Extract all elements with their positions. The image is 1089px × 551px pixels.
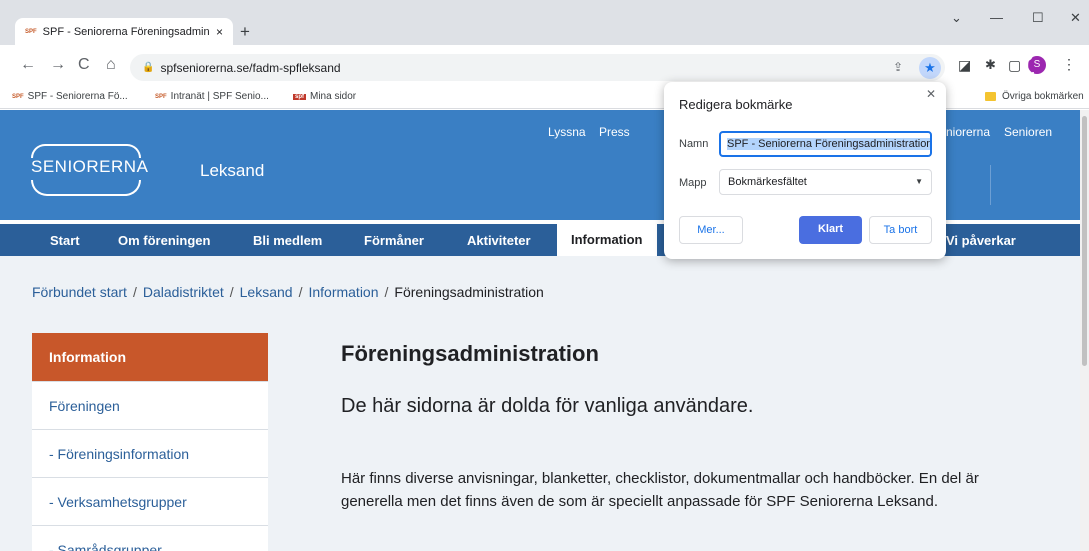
nav-bli-medlem[interactable]: Bli medlem: [253, 233, 322, 248]
back-button[interactable]: ←: [20, 56, 36, 74]
breadcrumb-link[interactable]: Förbundet start: [32, 284, 127, 300]
header-divider: [990, 165, 991, 205]
page-content: Förbundet start / Daladistriktet / Leksand / I…: [0, 256, 1080, 551]
bookmark-item[interactable]: SPF SPF - Seniorerna Fö...: [12, 91, 128, 102]
folder-label: Mapp: [679, 177, 707, 189]
folder-icon: [985, 92, 996, 101]
article: Föreningsadministration De här sidorna ä…: [341, 341, 1041, 513]
browser-tab[interactable]: SPF SPF - Seniorerna Föreningsadmin ×: [15, 18, 233, 45]
nav-information[interactable]: Information: [557, 224, 657, 256]
dialog-title: Redigera bokmärke: [679, 97, 793, 112]
bookmark-folder-select[interactable]: Bokmärkesfältet ▼: [719, 169, 932, 195]
tab-close-icon[interactable]: ×: [216, 25, 223, 39]
sidebar-item-information[interactable]: Information: [32, 333, 268, 381]
sidebar-item-foreningsinformation[interactable]: - Föreningsinformation: [32, 429, 268, 477]
name-label: Namn: [679, 138, 709, 150]
site-location: Leksand: [200, 161, 265, 180]
nav-start[interactable]: Start: [50, 233, 80, 248]
bookmark-label: Intranät | SPF Senio...: [170, 91, 269, 102]
breadcrumb-separator: /: [229, 284, 234, 300]
tab-search-chevron-icon[interactable]: ⌄: [951, 10, 962, 26]
share-icon[interactable]: ⇪: [893, 60, 903, 74]
search-label: Sök: [1016, 70, 1039, 84]
breadcrumb-link[interactable]: Information: [308, 284, 378, 300]
remove-button[interactable]: Ta bort: [869, 216, 932, 244]
bookmark-favicon: SPF: [12, 93, 24, 100]
tab-bar: SPF SPF - Seniorerna Föreningsadmin × + …: [0, 0, 1089, 45]
tab-favicon: SPF: [25, 28, 37, 35]
address-toolbar: ← → C ⌂ 🔒 spfseniorerna.se/fadm-spfleksa…: [0, 45, 1089, 85]
other-bookmarks-folder[interactable]: Övriga bokmärken: [985, 91, 1084, 102]
forward-button[interactable]: →: [50, 56, 66, 74]
bookmark-label: Mina sidor: [310, 91, 357, 102]
mina-sidor-link[interactable]: idor: [946, 86, 969, 100]
lock-icon[interactable]: 🔒: [142, 62, 154, 73]
sidebar-item-samradsgrupper[interactable]: - Samrådsgrupper: [32, 525, 268, 551]
nav-aktiviteter[interactable]: Aktiviteter: [467, 233, 531, 248]
reload-button[interactable]: C: [78, 56, 90, 74]
breadcrumb-current: Föreningsadministration: [394, 284, 544, 300]
nav-vi-paverkar[interactable]: Vi påverkar: [946, 233, 1016, 248]
breadcrumb-link[interactable]: Daladistriktet: [143, 284, 224, 300]
logo-arc-top: [31, 144, 141, 158]
logo-arc-bottom: [31, 180, 141, 196]
bookmark-star-icon[interactable]: ★: [919, 57, 941, 79]
bookmark-name-input[interactable]: SPF - Seniorerna Föreningsadministration: [719, 131, 932, 157]
extension-icon[interactable]: ◪: [958, 57, 971, 74]
url-text[interactable]: spfseniorerna.se/fadm-spfleksand: [160, 61, 340, 75]
sidebar-item-verksamhetsgrupper[interactable]: - Verksamhetsgrupper: [32, 477, 268, 525]
done-button[interactable]: Klart: [799, 216, 862, 244]
maximize-button[interactable]: ☐: [1032, 10, 1044, 26]
bookmark-favicon: SPF: [155, 93, 167, 100]
chevron-down-icon: ▼: [915, 177, 923, 186]
article-lead: De här sidorna är dolda för vanliga anvä…: [341, 395, 754, 417]
omnibox[interactable]: 🔒 spfseniorerna.se/fadm-spfleksand ⇪ ★: [130, 54, 945, 81]
folder-select-value: Bokmärkesfältet: [728, 176, 807, 188]
other-bookmarks-label: Övriga bokmärken: [1002, 91, 1084, 102]
breadcrumb-separator: /: [298, 284, 303, 300]
logo-text: SENIORERNA: [31, 157, 149, 176]
home-button[interactable]: ⌂: [106, 56, 116, 74]
sidebar-menu: Information Föreningen - Föreningsinform…: [32, 333, 268, 551]
new-tab-button[interactable]: +: [240, 22, 250, 42]
tab-title: SPF - Seniorerna Föreningsadmin: [42, 25, 210, 38]
edit-bookmark-dialog: Redigera bokmärke ✕ Namn SPF - Seniorern…: [664, 82, 946, 259]
article-body: Här finns diverse anvisningar, blankette…: [341, 470, 979, 510]
senioren-link[interactable]: Senioren: [1004, 125, 1052, 139]
sidebar-item-foreningen[interactable]: Föreningen: [32, 381, 268, 429]
scrollbar-thumb[interactable]: [1082, 116, 1087, 366]
more-button[interactable]: Mer...: [679, 216, 743, 244]
breadcrumb-link[interactable]: Leksand: [240, 284, 293, 300]
close-window-button[interactable]: ✕: [1070, 10, 1081, 26]
bookmark-item[interactable]: spf Mina sidor: [293, 91, 356, 102]
breadcrumb-separator: /: [384, 284, 389, 300]
press-link[interactable]: Press: [599, 125, 630, 139]
bookmark-favicon: spf: [293, 93, 306, 100]
nav-formaner[interactable]: Förmåner: [364, 233, 424, 248]
page-title: Föreningsadministration: [341, 341, 599, 366]
breadcrumb: Förbundet start / Daladistriktet / Leksand / I…: [32, 284, 544, 300]
search-icon: ⚲: [1020, 48, 1034, 69]
breadcrumb-separator: /: [132, 284, 137, 300]
seniorerna-link[interactable]: niorerna: [946, 125, 990, 139]
nav-om-foreningen[interactable]: Om föreningen: [118, 233, 210, 248]
menu-icon[interactable]: ⋮: [1062, 56, 1076, 73]
spf-logo[interactable]: SENIORERNA: [31, 144, 148, 204]
dialog-close-icon[interactable]: ✕: [926, 87, 936, 101]
bookmark-name-value: SPF - Seniorerna Föreningsadministration: [727, 138, 932, 150]
search-button[interactable]: ⚲ Sök: [1016, 47, 1038, 84]
bookmark-item[interactable]: SPF Intranät | SPF Senio...: [155, 91, 269, 102]
minimize-button[interactable]: —: [990, 10, 1003, 25]
bookmark-label: SPF - Seniorerna Fö...: [27, 91, 128, 102]
lyssna-link[interactable]: Lyssna: [548, 125, 586, 139]
extensions-puzzle-icon[interactable]: ✱: [985, 57, 996, 73]
